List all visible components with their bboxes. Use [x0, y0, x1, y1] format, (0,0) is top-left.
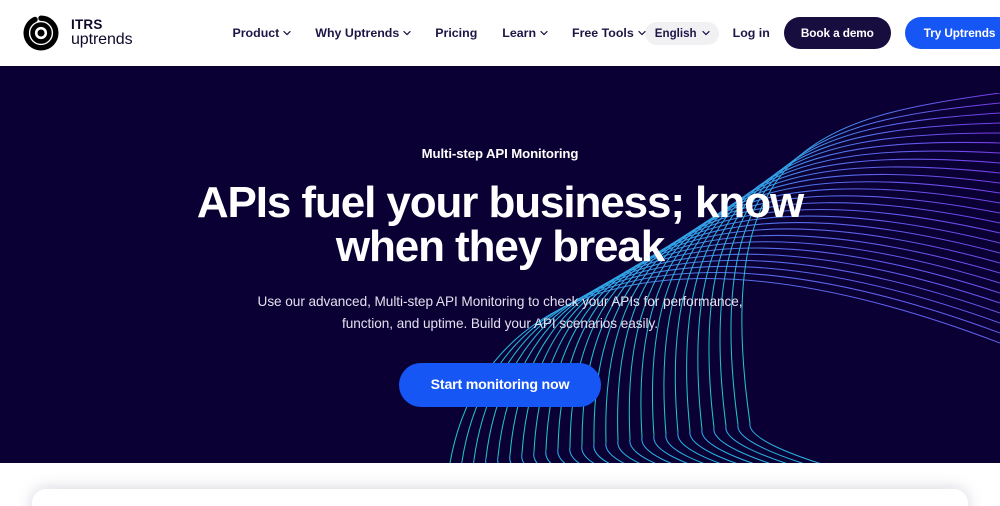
hero-subheading: Use our advanced, Multi-step API Monitor…	[257, 294, 743, 332]
try-uptrends-button[interactable]: Try Uptrends	[904, 17, 1000, 49]
chevron-down-icon	[403, 29, 411, 36]
nav-item-free-tools[interactable]: Free Tools	[572, 26, 646, 40]
brand-wordmark: ITRS uptrends	[71, 16, 133, 49]
nav-label: Why Uptrends	[315, 26, 400, 40]
nav-item-pricing[interactable]: Pricing	[435, 26, 477, 40]
login-link[interactable]: Log in	[733, 26, 770, 40]
nav-item-product[interactable]: Product	[232, 26, 291, 40]
nav-label: Free Tools	[572, 26, 634, 40]
hero-cta-wrapper: Start monitoring now	[398, 363, 602, 408]
brand-line-itrs: ITRS	[71, 16, 103, 32]
chevron-down-icon	[638, 29, 646, 36]
nav-item-why-uptrends[interactable]: Why Uptrends	[315, 26, 411, 40]
hero-section: Multi-step API Monitoring APIs fuel your…	[0, 66, 1000, 463]
nav-label: Learn	[502, 26, 537, 40]
nav-label: Pricing	[435, 26, 478, 40]
language-label: English	[654, 26, 697, 40]
hero-content: Multi-step API Monitoring APIs fuel your…	[0, 66, 1000, 463]
content-card-peek	[32, 489, 968, 506]
chevron-down-icon	[283, 29, 291, 36]
brand-logo[interactable]: ITRS uptrends	[22, 14, 133, 52]
hero-headline: APIs fuel your business; know when they …	[196, 178, 804, 271]
start-monitoring-button[interactable]: Start monitoring now	[398, 363, 602, 408]
brand-line-uptrends: uptrends	[71, 30, 133, 48]
primary-navigation: Product Why Uptrends Pricing Learn Free …	[232, 26, 646, 40]
nav-label: Product	[232, 26, 280, 40]
book-a-demo-button[interactable]: Book a demo	[783, 17, 891, 49]
nav-item-learn[interactable]: Learn	[502, 26, 548, 40]
chevron-down-icon	[540, 29, 548, 36]
chevron-down-icon	[702, 29, 710, 36]
hero-eyebrow: Multi-step API Monitoring	[421, 146, 579, 161]
below-fold-section	[0, 463, 1000, 506]
site-header: ITRS uptrends Product Why Uptrends Prici…	[0, 0, 1000, 66]
uptrends-aperture-logo-icon	[22, 14, 60, 52]
language-selector[interactable]: English	[644, 21, 719, 45]
header-actions: English Log in Book a demo Try Uptrends	[644, 17, 1000, 49]
